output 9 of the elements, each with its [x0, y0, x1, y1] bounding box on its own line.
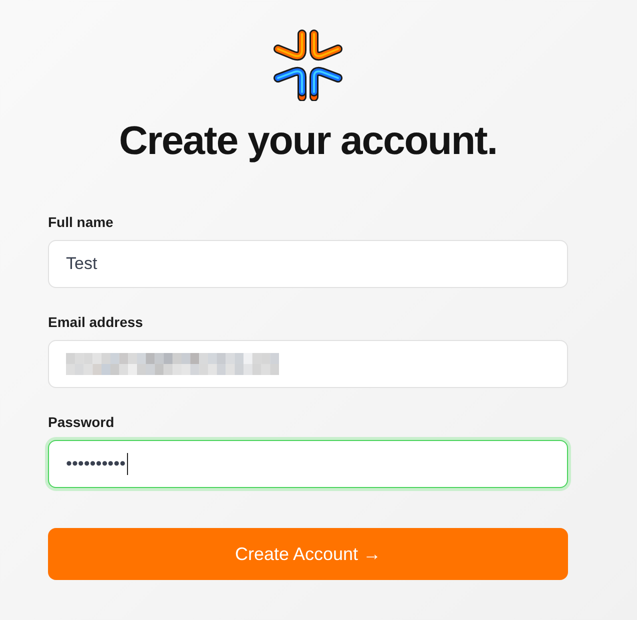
page-title: Create your account.	[118, 118, 498, 165]
text-cursor-icon	[126, 453, 128, 475]
logo-icon	[271, 29, 345, 101]
input-field[interactable]: Test	[48, 240, 568, 288]
field-label: Full name	[48, 213, 114, 232]
field-label: Password	[48, 413, 114, 432]
input-field[interactable]: ••••••••••	[48, 440, 568, 488]
field-label: Email address	[48, 313, 143, 332]
input-field[interactable]	[48, 340, 568, 388]
